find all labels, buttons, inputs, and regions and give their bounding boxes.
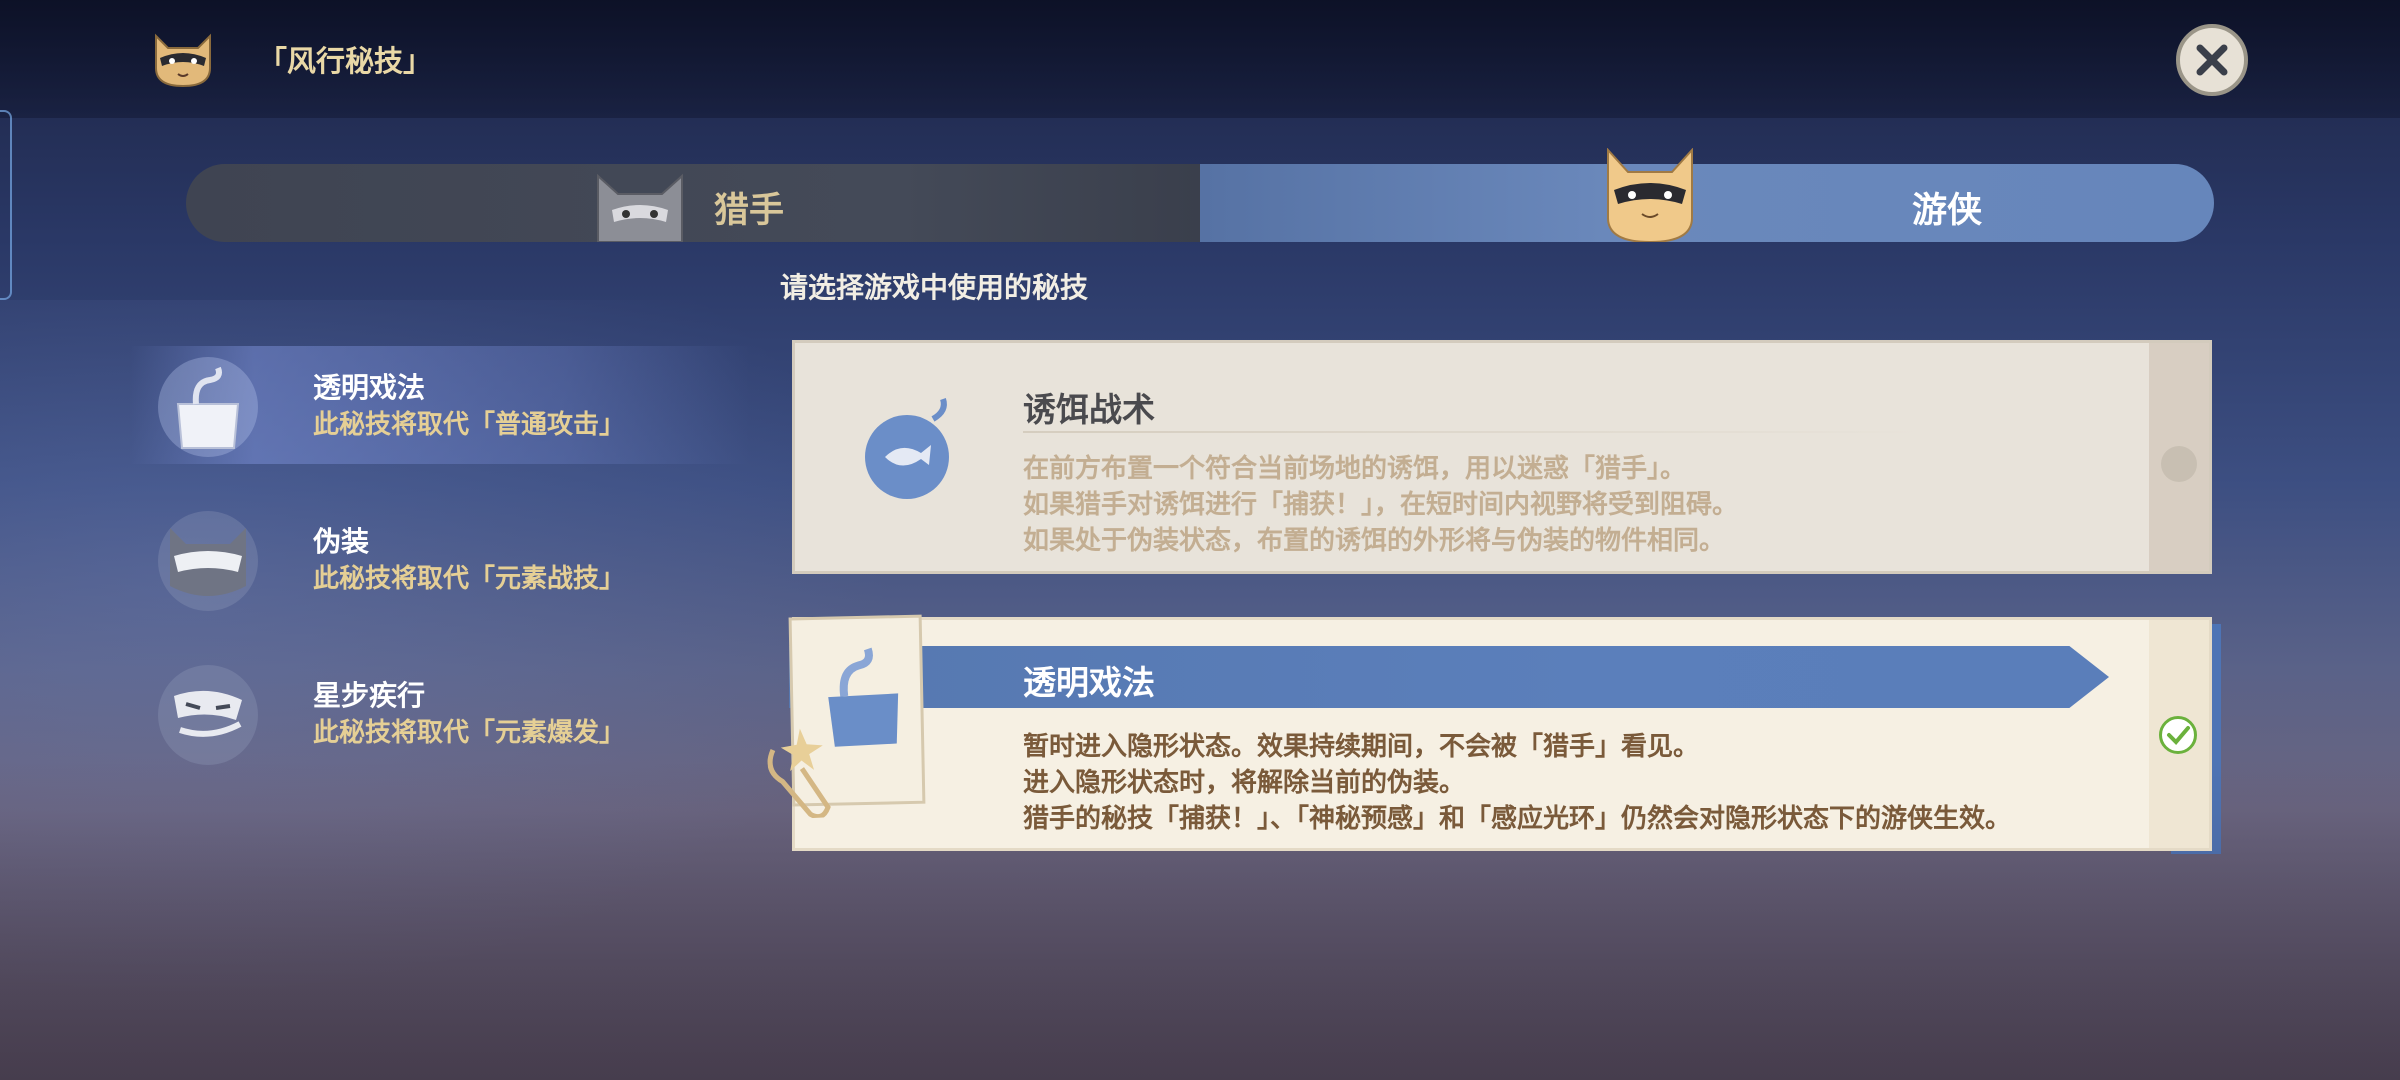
skill-desc: 此秘技将取代「元素战技」 [313,564,626,594]
card-rail [2149,343,2209,571]
card-desc-line: 进入隐形状态时，将解除当前的伪装。 [1023,768,1466,798]
tab-hunter-label: 猎手 [714,191,785,231]
title-divider [1023,431,1923,433]
side-frame [0,110,12,300]
skill-item-disguise[interactable]: 伪装 此秘技将取代「元素战技」 [130,500,750,618]
close-button[interactable] [2176,24,2248,96]
skill-desc: 此秘技将取代「元素爆发」 [313,718,626,748]
role-tab-bar: 猎手 游侠 [186,147,2214,244]
tab-ranger[interactable]: 游侠 [1200,147,2214,244]
card-desc-line: 如果猎手对诱饵进行「捕获！」，在短时间内视野将受到阻碍。 [1023,490,1739,520]
skill-item-star-step[interactable]: 星步疾行 此秘技将取代「元素爆发」 [130,654,750,772]
tab-hunter[interactable]: 猎手 [186,164,1200,243]
card-rail [2149,620,2209,848]
skill-scroll-icon [760,602,939,821]
check-icon[interactable] [2159,716,2197,754]
skill-card-bait[interactable]: 诱饵战术 在前方布置一个符合当前场地的诱饵，用以迷惑「猎手」。 如果猎手对诱饵进… [792,340,2212,574]
card-desc-line: 如果处于伪装状态，布置的诱饵的外形将与伪装的物件相同。 [1023,526,1726,556]
selection-hint: 请选择游戏中使用的秘技 [780,271,1089,304]
card-desc-line: 在前方布置一个符合当前场地的诱饵，用以迷惑「猎手」。 [1023,454,1687,484]
skill-name: 伪装 [313,525,370,558]
disguise-mask-icon [130,506,278,612]
card-desc-line: 暂时进入隐形状态。效果持续期间，不会被「猎手」看见。 [1023,732,1700,762]
skill-card-invisibility[interactable]: 透明戏法 暂时进入隐形状态。效果持续期间，不会被「猎手」看见。 进入隐形状态时，… [767,614,2221,854]
skill-item-invisibility[interactable]: 透明戏法 此秘技将取代「普通攻击」 [130,346,750,464]
ranger-cat-avatar [1600,147,1700,246]
card-title: 诱饵战术 [1023,390,1155,429]
card-title: 透明戏法 [1023,663,1155,702]
tab-ranger-label: 游侠 [1912,191,1983,231]
fish-bait-icon [855,395,965,505]
card-desc-line: 猎手的秘技「捕获！」、「神秘预感」和「感应光环」仍然会对隐形状态下的游侠生效。 [1023,804,2012,834]
page-title: 「风行秘技」 [258,44,433,78]
skill-name: 星步疾行 [313,679,426,712]
hunter-cat-avatar [590,172,690,246]
title-banner [789,646,2109,708]
skill-name: 透明戏法 [313,371,426,404]
radio-unchecked[interactable] [2161,446,2197,482]
star-step-icon [130,660,278,766]
close-icon [2196,44,2228,76]
skill-desc: 此秘技将取代「普通攻击」 [313,410,626,440]
cat-mask-icon [150,28,216,90]
invisible-box-icon [130,352,278,458]
